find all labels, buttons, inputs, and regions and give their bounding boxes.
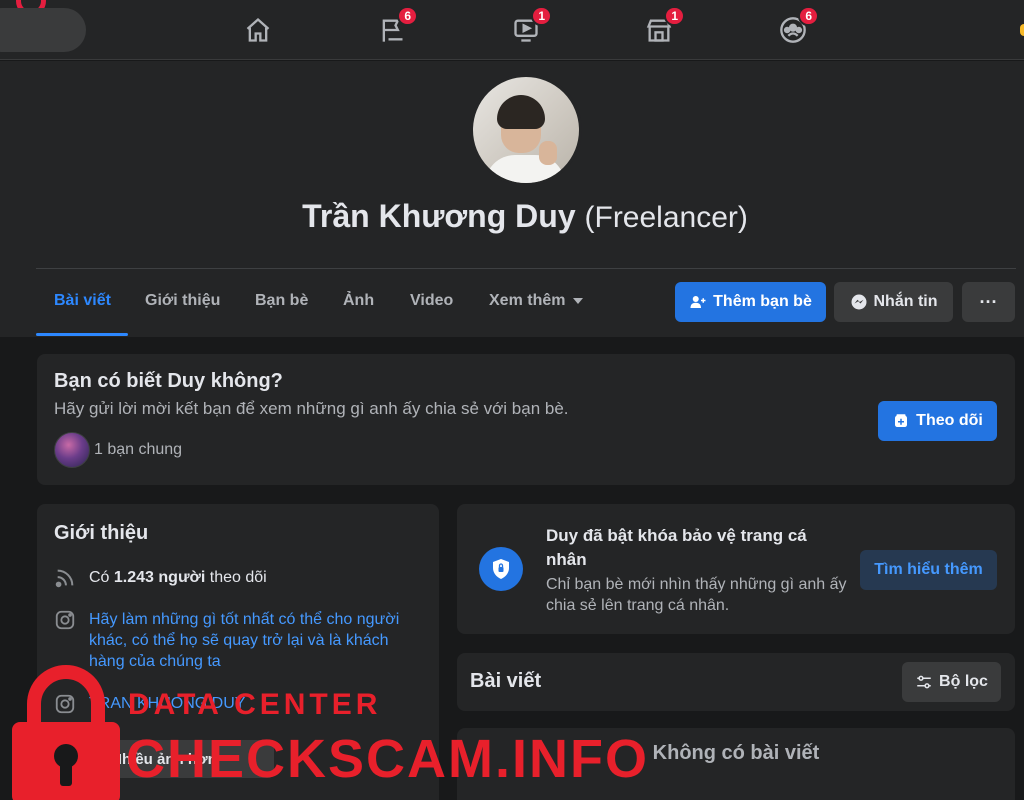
- rss-followers-icon: [55, 569, 74, 588]
- bio-line-2: khác, có thể họ sẽ quay trở lại và là kh…: [89, 632, 389, 649]
- follow-button[interactable]: Theo dõi: [878, 401, 997, 441]
- tab-more-label: Xem thêm: [489, 292, 566, 309]
- locked-desc-line-2: chia sẻ lên trang cá nhân.: [546, 597, 730, 614]
- caret-down-icon: [573, 297, 584, 304]
- search-input[interactable]: [0, 8, 86, 52]
- bio-link[interactable]: Hãy làm những gì tốt nhất có thể cho ngư…: [89, 609, 399, 672]
- followers-suffix: theo dõi: [205, 569, 267, 586]
- posts-header-card: Bài viết Bộ lọc: [457, 653, 1015, 711]
- tab-friends[interactable]: Bạn bè: [255, 292, 308, 310]
- tab-more[interactable]: Xem thêm: [489, 292, 584, 310]
- top-navigation-bar: 6 1 1 6: [0, 0, 1024, 60]
- account-indicator-icon[interactable]: [1020, 24, 1024, 36]
- mutual-friend-avatar[interactable]: [54, 432, 90, 468]
- marketplace-badge: 1: [664, 6, 685, 26]
- more-options-button[interactable]: ···: [962, 282, 1015, 322]
- tab-posts[interactable]: Bài viết: [54, 292, 111, 310]
- home-icon[interactable]: [242, 14, 274, 46]
- learn-more-label: Tìm hiểu thêm: [874, 561, 983, 578]
- followers-prefix: Có: [89, 569, 114, 586]
- locked-profile-card: Duy đã bật khóa bảo vệ trang cá nhân Chỉ…: [457, 504, 1015, 634]
- groups-icon[interactable]: 6: [777, 6, 819, 46]
- shield-lock-icon: [479, 547, 523, 591]
- pages-flag-icon[interactable]: 6: [376, 6, 418, 46]
- posts-title: Bài viết: [470, 670, 542, 692]
- watch-video-icon[interactable]: 1: [510, 6, 552, 46]
- header-divider: [36, 268, 1016, 269]
- filter-button[interactable]: Bộ lọc: [902, 662, 1001, 702]
- messenger-icon: [851, 294, 866, 310]
- more-options-icon: ···: [979, 291, 998, 312]
- know-card-subtitle: Hãy gửi lời mời kết bạn để xem những gì …: [54, 399, 569, 418]
- add-friend-label: Thêm bạn bè: [713, 293, 812, 310]
- filter-label: Bộ lọc: [939, 673, 988, 690]
- filter-sliders-icon: [917, 675, 931, 689]
- watermark-top-text: DATA CENTER: [128, 688, 382, 721]
- locked-desc-line-1: Chỉ bạn bè mới nhìn thấy những gì anh ấy: [546, 576, 847, 593]
- watermark-padlock-icon: [12, 665, 120, 800]
- active-tab-indicator: [36, 333, 128, 336]
- follow-label: Theo dõi: [916, 412, 983, 429]
- follow-icon: [895, 414, 908, 427]
- intro-title: Giới thiệu: [54, 522, 149, 544]
- profile-name: Trần Khương Duy (Freelancer): [0, 198, 1024, 235]
- instagram-icon: [55, 610, 75, 630]
- tab-about[interactable]: Giới thiệu: [145, 292, 220, 310]
- followers-row: Có 1.243 người theo dõi: [53, 567, 267, 589]
- followers-count: 1.243 người: [113, 569, 206, 586]
- locked-profile-title: Duy đã bật khóa bảo vệ trang cá nhân: [546, 524, 807, 572]
- marketplace-store-icon[interactable]: 1: [643, 6, 685, 46]
- know-person-card: Bạn có biết Duy không? Hãy gửi lời mời k…: [37, 354, 1015, 485]
- profile-name-text: Trần Khương Duy: [302, 198, 576, 234]
- message-label: Nhắn tin: [873, 293, 938, 310]
- bio-line-3: hàng của chúng ta: [89, 653, 221, 670]
- avatar-hair: [497, 95, 545, 129]
- bio-line-1: Hãy làm những gì tốt nhất có thể cho ngư…: [89, 611, 400, 628]
- profile-avatar[interactable]: [470, 74, 582, 186]
- add-friend-icon: [690, 296, 706, 308]
- mutual-friends-count[interactable]: 1 bạn chung: [94, 441, 182, 459]
- locked-title-line-2: nhân: [546, 550, 587, 569]
- tab-videos[interactable]: Video: [410, 292, 453, 310]
- add-friend-button[interactable]: Thêm bạn bè: [675, 282, 826, 322]
- learn-more-button[interactable]: Tìm hiểu thêm: [860, 550, 997, 590]
- groups-badge: 6: [798, 6, 819, 26]
- pages-badge: 6: [397, 6, 418, 26]
- know-card-title: Bạn có biết Duy không?: [54, 370, 283, 392]
- profile-alt-name: (Freelancer): [584, 201, 748, 234]
- bio-row: Hãy làm những gì tốt nhất có thể cho ngư…: [53, 609, 399, 672]
- followers-text: Có 1.243 người theo dõi: [89, 567, 267, 588]
- watermark-main-text: CHECKSCAM.INFO: [126, 729, 649, 789]
- avatar-hand: [539, 141, 557, 165]
- tab-photos[interactable]: Ảnh: [343, 292, 374, 310]
- message-button[interactable]: Nhắn tin: [834, 282, 953, 322]
- locked-title-line-1: Duy đã bật khóa bảo vệ trang cá: [546, 526, 807, 545]
- locked-profile-description: Chỉ bạn bè mới nhìn thấy những gì anh ấy…: [546, 574, 847, 616]
- watch-badge: 1: [531, 6, 552, 26]
